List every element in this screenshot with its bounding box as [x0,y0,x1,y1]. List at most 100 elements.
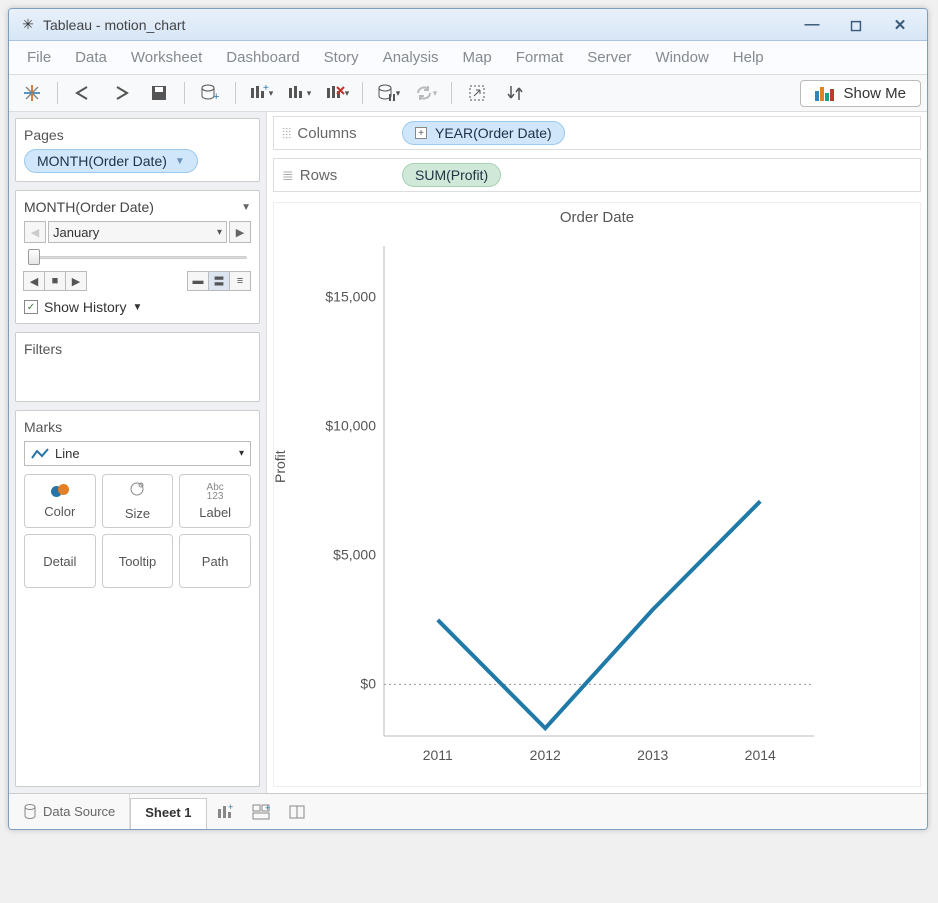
clear-sheet-icon[interactable]: ▾ [320,79,354,107]
expand-icon: + [415,127,427,139]
color-icon [51,484,69,500]
svg-text:2013: 2013 [637,747,668,763]
rows-label: Rows [300,167,338,184]
stop-button[interactable]: ■ [44,271,66,291]
columns-pill[interactable]: +YEAR(Order Date) [402,121,565,145]
columns-icon: ⦙⦙⦙ [282,125,291,142]
forward-button[interactable] [104,79,138,107]
page-next-button[interactable]: ▶ [229,221,251,243]
marks-path-button[interactable]: Path [179,534,251,588]
menu-story[interactable]: Story [316,47,367,68]
page-slider[interactable] [28,249,247,265]
new-worksheet-icon[interactable]: +▾ [244,79,278,107]
pages-field-menu[interactable]: ▼ [241,202,251,213]
speed-normal-button[interactable]: 〓 [208,271,230,291]
menu-analysis[interactable]: Analysis [375,47,447,68]
marks-color-button[interactable]: Color [24,474,96,528]
pages-field-label: MONTH(Order Date) [24,199,154,215]
rows-icon: ≣ [282,167,294,184]
back-button[interactable] [66,79,100,107]
svg-text:2014: 2014 [745,747,776,763]
swap-icon[interactable] [460,79,494,107]
app-window: ✳ Tableau - motion_chart — ◻ ✕ File Data… [8,8,928,830]
tableau-logo-icon: ✳ [19,16,37,34]
menu-server[interactable]: Server [579,47,639,68]
minimize-button[interactable]: — [799,16,825,34]
line-icon [31,447,49,461]
visualization-area: Order Date Profit $0$5,000$10,000$15,000… [273,202,921,787]
menu-file[interactable]: File [19,47,59,68]
data-source-tab[interactable]: Data Source [9,794,130,829]
close-button[interactable]: ✕ [887,16,913,34]
show-history-checkbox[interactable]: ✓ [24,300,38,314]
svg-text:$10,000: $10,000 [325,418,376,434]
dropdown-icon: ▼ [175,156,185,167]
play-controls: ◀ ■ ▶ [24,271,87,291]
page-prev-button[interactable]: ◀ [24,221,46,243]
sheet-tab[interactable]: Sheet 1 [130,798,206,829]
marks-detail-button[interactable]: Detail [24,534,96,588]
rows-pill[interactable]: SUM(Profit) [402,163,501,187]
menu-dashboard[interactable]: Dashboard [218,47,307,68]
marks-header: Marks [24,419,251,435]
svg-text:2012: 2012 [530,747,561,763]
columns-shelf[interactable]: ⦙⦙⦙ Columns +YEAR(Order Date) [273,116,921,150]
refresh-icon[interactable]: ▾ [409,79,443,107]
svg-text:+: + [265,804,270,813]
svg-text:$0: $0 [360,675,376,691]
menu-data[interactable]: Data [67,47,115,68]
statusbar: Data Source Sheet 1 + + [9,793,927,829]
rows-shelf[interactable]: ≣ Rows SUM(Profit) [273,158,921,192]
pages-card: Pages MONTH(Order Date) ▼ [15,118,260,182]
show-me-button[interactable]: Show Me [800,80,921,107]
sort-icon[interactable] [498,79,532,107]
play-back-button[interactable]: ◀ [23,271,45,291]
menu-format[interactable]: Format [508,47,572,68]
line-chart: $0$5,000$10,000$15,0002011201220132014 [314,226,834,786]
pages-header: Pages [24,127,251,143]
save-button[interactable] [142,79,176,107]
label-icon: Abc123 [207,483,224,501]
svg-text:2011: 2011 [423,747,453,763]
toolbar: + +▾ ▾ ▾ ▾ ▾ Show Me [9,75,927,112]
menu-window[interactable]: Window [647,47,716,68]
marks-type-select[interactable]: Line [24,441,251,466]
show-me-label: Show Me [843,85,906,102]
duplicate-sheet-icon[interactable]: ▾ [282,79,316,107]
titlebar: ✳ Tableau - motion_chart — ◻ ✕ [9,9,927,41]
maximize-button[interactable]: ◻ [843,16,869,34]
svg-text:+: + [228,804,233,812]
marks-size-button[interactable]: Size [102,474,174,528]
marks-tooltip-button[interactable]: Tooltip [102,534,174,588]
y-axis-title: Profit [272,450,288,483]
new-worksheet-tab[interactable]: + [207,794,243,829]
show-history-label: Show History [44,299,126,315]
pages-control-card: MONTH(Order Date) ▼ ◀ January ▶ ◀ ■ ▶ [15,190,260,324]
show-me-icon [815,85,835,101]
svg-text:+: + [213,91,219,103]
datasource-icon [23,804,37,820]
pause-updates-icon[interactable]: ▾ [371,79,405,107]
page-value-select[interactable]: January [48,221,227,243]
pages-pill[interactable]: MONTH(Order Date) ▼ [24,149,198,173]
menu-map[interactable]: Map [455,47,500,68]
new-story-tab[interactable] [279,794,315,829]
menu-help[interactable]: Help [725,47,772,68]
menu-worksheet[interactable]: Worksheet [123,47,210,68]
new-datasource-button[interactable]: + [193,79,227,107]
show-history-menu[interactable]: ▼ [132,302,142,313]
new-dashboard-tab[interactable]: + [243,794,279,829]
play-forward-button[interactable]: ▶ [65,271,87,291]
marks-label-button[interactable]: Abc123Label [179,474,251,528]
tableau-home-icon[interactable] [15,79,49,107]
chart-title: Order Date [274,209,920,226]
menubar: File Data Worksheet Dashboard Story Anal… [9,41,927,75]
window-title: Tableau - motion_chart [43,17,185,33]
speed-slow-button[interactable]: ▬ [187,271,209,291]
speed-controls: ▬ 〓 ≡ [188,271,251,291]
speed-fast-button[interactable]: ≡ [229,271,251,291]
columns-label: Columns [297,125,356,142]
size-icon [128,481,146,502]
filters-header: Filters [24,341,251,357]
svg-text:$15,000: $15,000 [325,289,376,305]
